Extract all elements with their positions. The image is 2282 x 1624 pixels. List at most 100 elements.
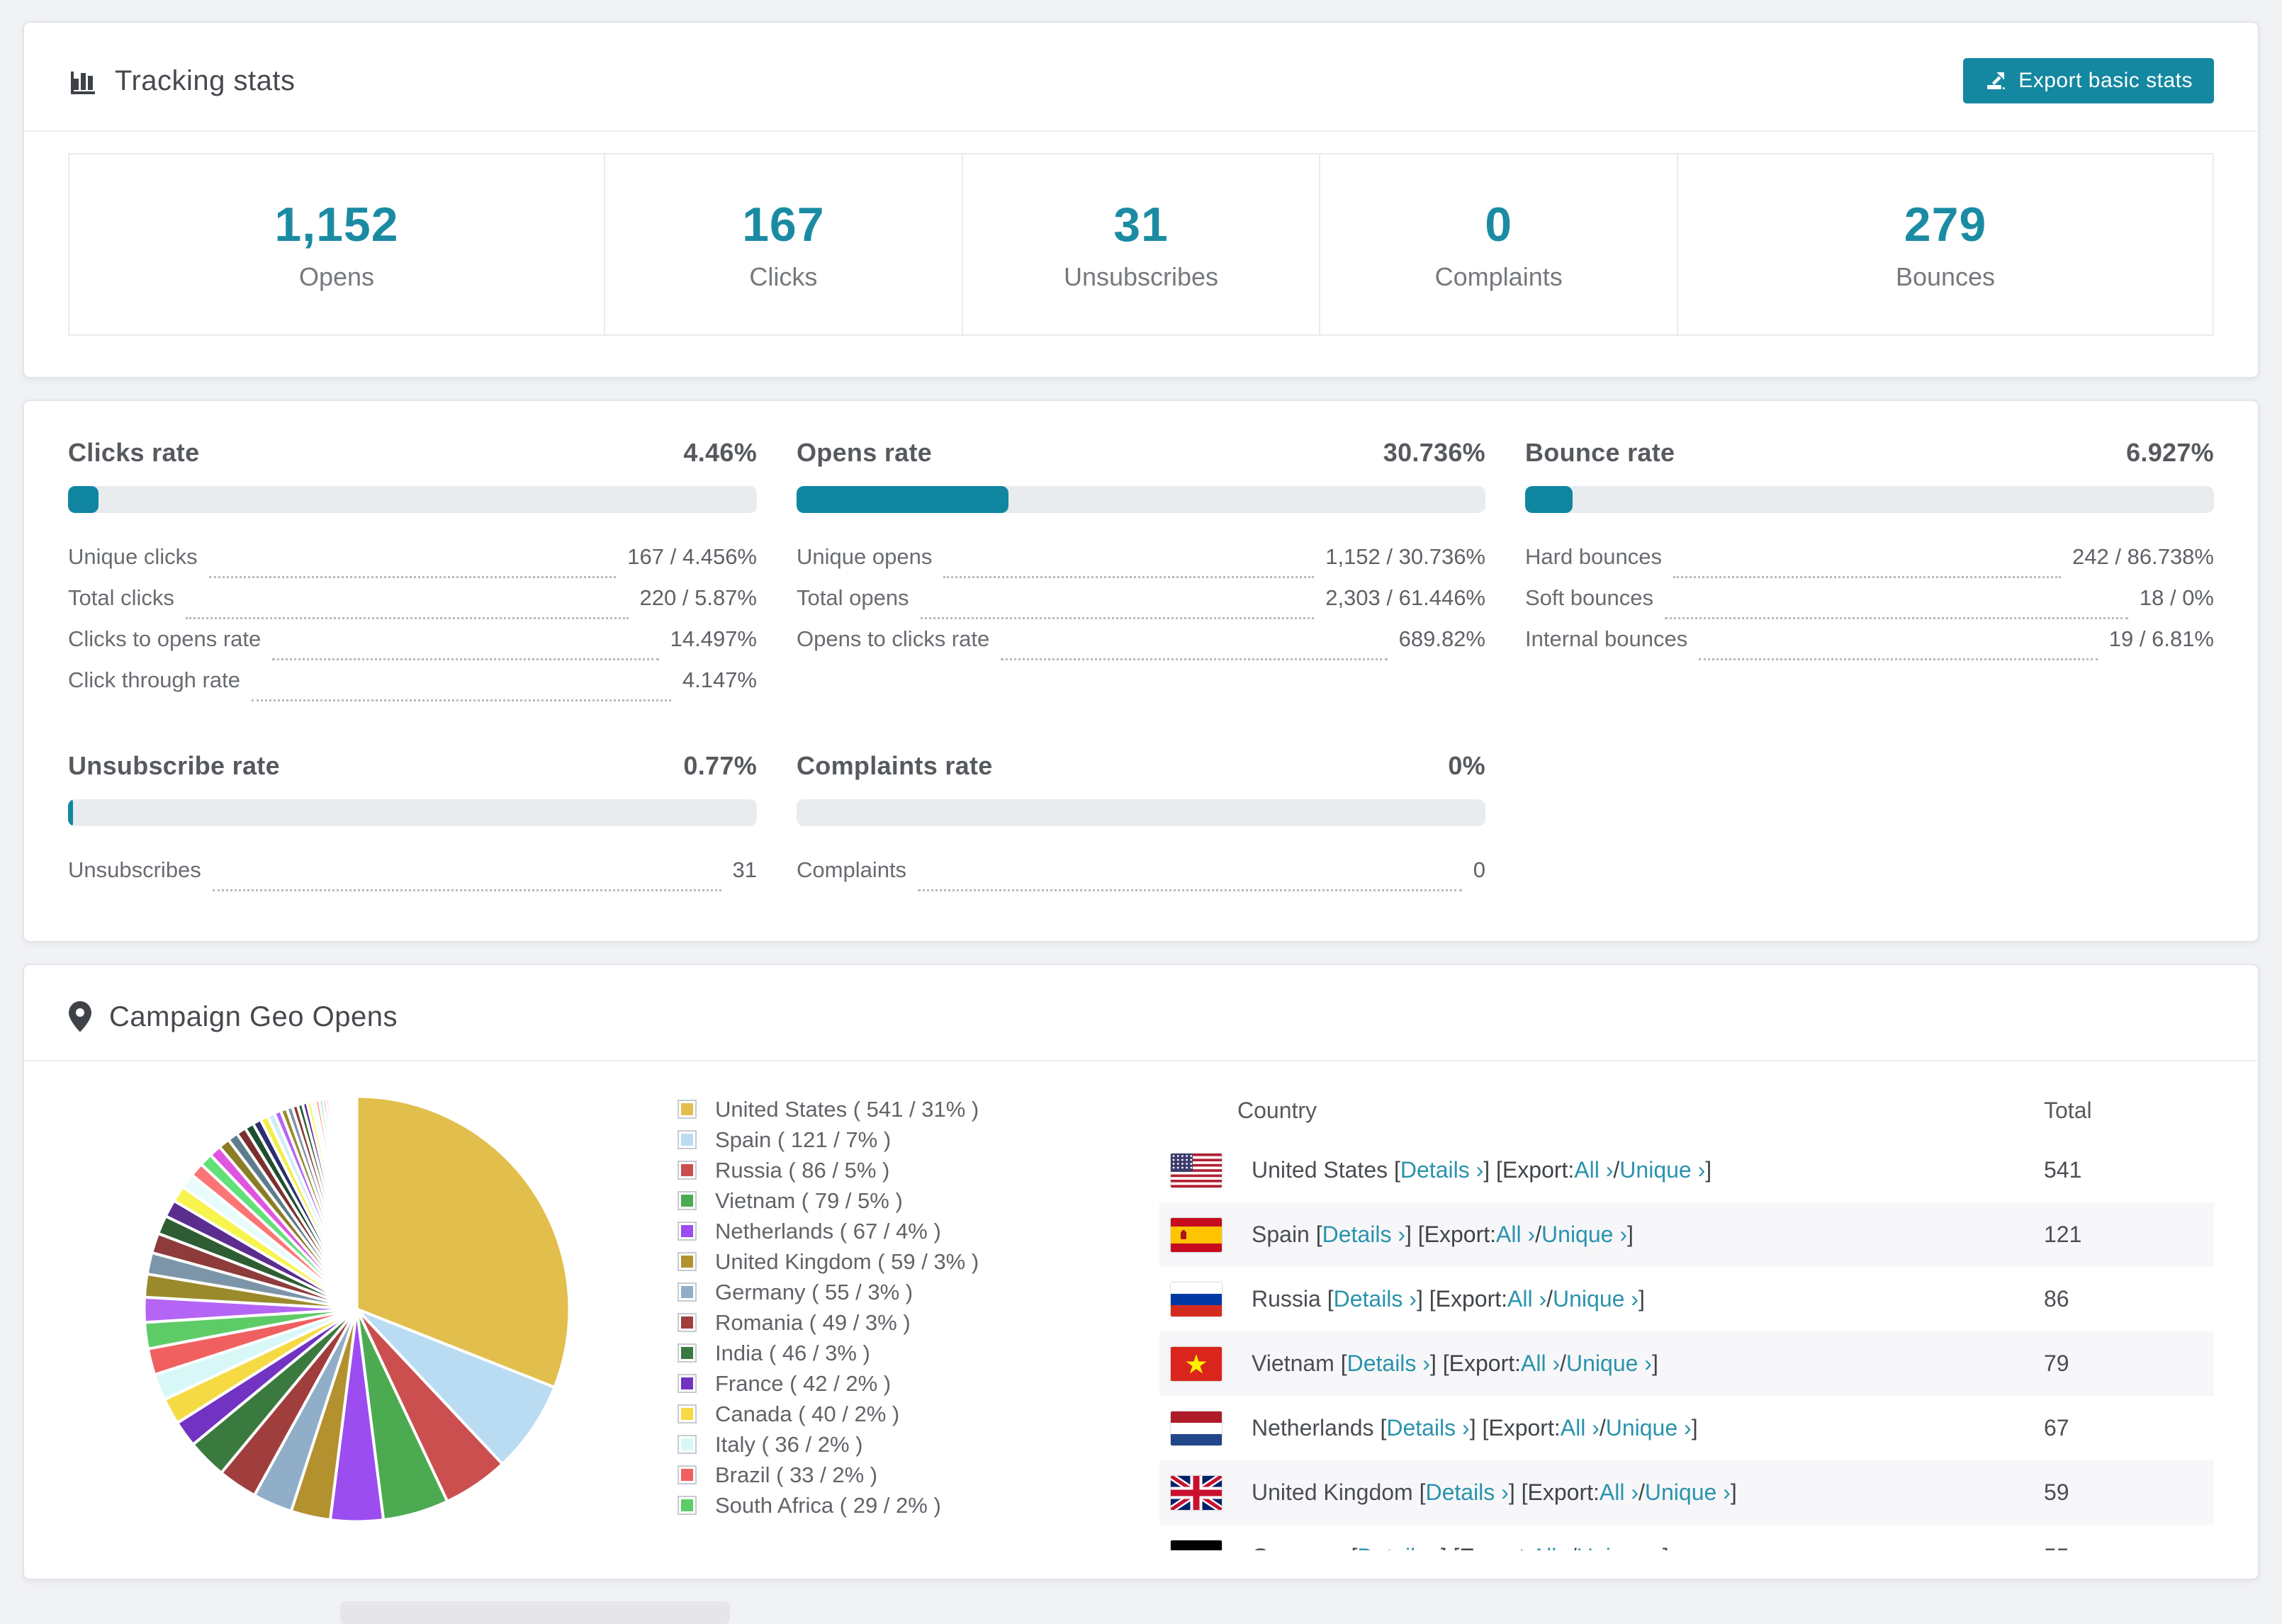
- export-unique-link[interactable]: Unique ›: [1645, 1479, 1731, 1506]
- legend-label: Netherlands ( 67 / 4% ): [715, 1218, 941, 1244]
- export-all-link[interactable]: All ›: [1496, 1222, 1535, 1248]
- table-row-vn: Vietnam [Details ›] [Export: All › / Uni…: [1159, 1331, 2214, 1396]
- details-link[interactable]: Details ›: [1400, 1157, 1483, 1183]
- geo-table-header: Country Total: [1159, 1083, 2214, 1138]
- bracket: ]: [1626, 1222, 1634, 1247]
- rate-detail-rows: Unique clicks 167 / 4.456% Total clicks 220…: [68, 544, 757, 709]
- export-all-link[interactable]: All ›: [1561, 1415, 1600, 1441]
- detail-label: Total clicks: [68, 585, 174, 610]
- page-title: Tracking stats: [115, 64, 296, 96]
- country-cell: Vietnam [Details ›] [Export: All › / Uni…: [1159, 1346, 2044, 1381]
- rate-detail-rows: Unique opens 1,152 / 30.736% Total opens 2,…: [797, 544, 1485, 667]
- country-cell: Germany [Details ›] [Export: All › / Uni…: [1159, 1540, 2044, 1550]
- export-unique-link[interactable]: Unique ›: [1541, 1222, 1627, 1248]
- detail-label: Clicks to opens rate: [68, 626, 262, 651]
- legend-label: Italy ( 36 / 2% ): [715, 1431, 863, 1457]
- export-all-link[interactable]: All ›: [1507, 1286, 1546, 1312]
- country-name: Russia: [1252, 1286, 1327, 1312]
- summary-stats-row: 1,152 Opens 167 Clicks 31 Unsubscribes 0 Compla…: [68, 153, 2215, 336]
- legend-swatch: [678, 1313, 697, 1332]
- detail-value: 0: [1473, 857, 1485, 882]
- country-name: Germany: [1252, 1544, 1351, 1550]
- legend-label: Russia ( 86 / 5% ): [715, 1157, 890, 1183]
- detail-row: Complaints 0: [797, 857, 1485, 898]
- details-link[interactable]: Details ›: [1347, 1350, 1430, 1377]
- stat-value: 1,152: [274, 198, 399, 252]
- dotted-leader: [208, 576, 617, 578]
- details-link[interactable]: Details ›: [1357, 1544, 1440, 1550]
- legend-label: Spain ( 121 / 7% ): [715, 1127, 892, 1152]
- legend-swatch: [678, 1404, 697, 1423]
- export-unique-link[interactable]: Unique ›: [1619, 1157, 1705, 1183]
- export-unique-link[interactable]: Unique ›: [1577, 1544, 1663, 1550]
- export-unique-link[interactable]: Unique ›: [1566, 1350, 1652, 1377]
- detail-row: Total opens 2,303 / 61.446%: [797, 585, 1485, 626]
- horizontal-scrollbar-thumb[interactable]: [340, 1601, 730, 1624]
- bracket: [: [1419, 1479, 1426, 1505]
- legend-label: United Kingdom ( 59 / 3% ): [715, 1248, 979, 1274]
- country-name: Spain: [1252, 1222, 1316, 1247]
- slash: /: [1599, 1415, 1606, 1440]
- export-all-link[interactable]: All ›: [1600, 1479, 1639, 1506]
- details-link[interactable]: Details ›: [1386, 1415, 1469, 1441]
- legend-swatch: [678, 1191, 697, 1210]
- bracket: ] [Export:: [1416, 1286, 1507, 1312]
- legend-item: Vietnam ( 79 / 5% ): [678, 1185, 1103, 1216]
- geo-body: United States ( 541 / 31% ) Spain ( 121 /…: [24, 1061, 2258, 1550]
- progress-bar-track: [68, 799, 757, 826]
- progress-bar-track: [797, 799, 1485, 826]
- detail-row: Click through rate 4.147%: [68, 667, 757, 709]
- export-unique-link[interactable]: Unique ›: [1553, 1286, 1639, 1312]
- rate-block-bounce-rate: Bounce rate 6.927% Hard bounces 242 / 86.73…: [1525, 438, 2214, 709]
- dotted-leader: [1664, 617, 2128, 619]
- dotted-leader: [1699, 658, 2098, 660]
- legend-swatch: [678, 1252, 697, 1271]
- bracket: ] [Export:: [1469, 1415, 1561, 1440]
- flag-icon-us: [1171, 1153, 1222, 1188]
- legend-item: United States ( 541 / 31% ): [678, 1094, 1103, 1124]
- detail-value: 2,303 / 61.446%: [1325, 585, 1485, 610]
- progress-bar-fill: [1525, 486, 1573, 513]
- export-all-link[interactable]: All ›: [1531, 1544, 1570, 1550]
- legend-label: Vietnam ( 79 / 5% ): [715, 1188, 903, 1213]
- legend-swatch: [678, 1130, 697, 1149]
- rate-head: Complaints rate 0%: [797, 751, 1485, 781]
- rate-block-opens-rate: Opens rate 30.736% Unique opens 1,152 / 30.…: [797, 438, 1485, 709]
- legend-swatch: [678, 1161, 697, 1180]
- details-link[interactable]: Details ›: [1334, 1286, 1417, 1312]
- detail-value: 1,152 / 30.736%: [1325, 544, 1485, 569]
- legend-item: Netherlands ( 67 / 4% ): [678, 1216, 1103, 1246]
- rate-title: Clicks rate: [68, 438, 200, 467]
- detail-label: Soft bounces: [1525, 585, 1653, 610]
- rate-value: 30.736%: [1383, 438, 1485, 467]
- detail-value: 18 / 0%: [2139, 585, 2214, 610]
- country-cell: Russia [Details ›] [Export: All › / Uniq…: [1159, 1282, 2044, 1316]
- export-unique-link[interactable]: Unique ›: [1606, 1415, 1692, 1441]
- slash: /: [1570, 1544, 1577, 1550]
- details-link[interactable]: Details ›: [1425, 1479, 1508, 1506]
- details-link[interactable]: Details ›: [1322, 1222, 1405, 1248]
- flag-icon-ru: [1171, 1282, 1222, 1316]
- progress-bar-fill: [797, 486, 1008, 513]
- bracket: [: [1394, 1157, 1400, 1183]
- summary-stat-box-opens: 1,152 Opens: [68, 153, 605, 336]
- geo-title: Campaign Geo Opens: [109, 1000, 398, 1032]
- legend-label: Canada ( 40 / 2% ): [715, 1401, 900, 1426]
- dotted-leader: [251, 699, 671, 701]
- total-cell: 541: [2044, 1157, 2082, 1183]
- progress-bar-fill: [68, 799, 74, 826]
- country-name: United Kingdom: [1252, 1479, 1420, 1505]
- table-row-de: Germany [Details ›] [Export: All › / Uni…: [1159, 1525, 2214, 1550]
- export-all-link[interactable]: All ›: [1574, 1157, 1613, 1183]
- export-all-link[interactable]: All ›: [1521, 1350, 1560, 1377]
- rate-value: 0%: [1448, 751, 1485, 780]
- detail-value: 220 / 5.87%: [639, 585, 757, 610]
- export-basic-stats-button[interactable]: Export basic stats: [1963, 58, 2214, 103]
- flag-icon-vn: [1171, 1346, 1222, 1381]
- bracket: [: [1340, 1350, 1347, 1376]
- rate-detail-rows: Unsubscribes 31: [68, 857, 757, 898]
- legend-label: United States ( 541 / 31% ): [715, 1096, 979, 1122]
- rates-grid: Clicks rate 4.46% Unique clicks 167 / 4.456…: [68, 438, 2214, 898]
- export-icon: [1984, 69, 2007, 92]
- rate-title: Opens rate: [797, 438, 933, 467]
